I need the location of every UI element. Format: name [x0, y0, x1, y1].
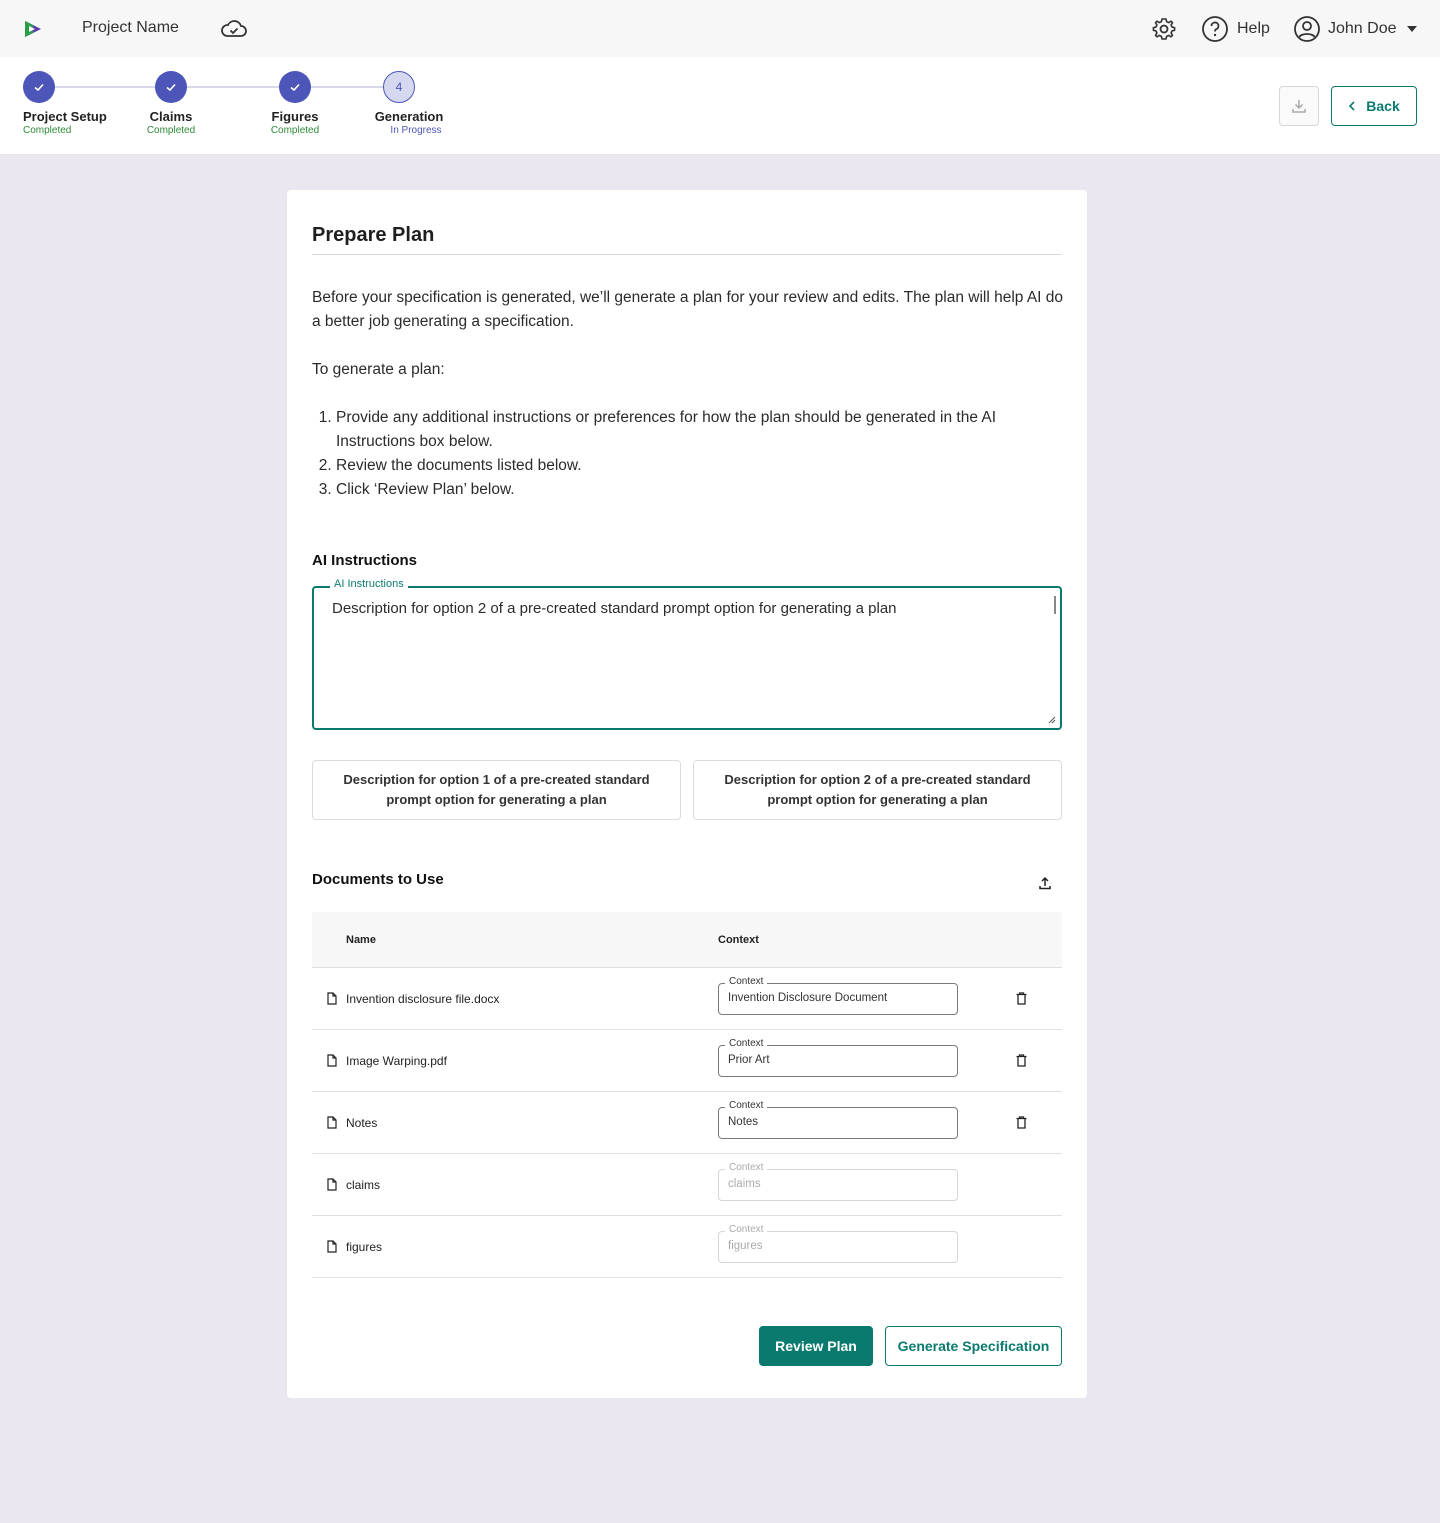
documents-title: Documents to Use — [312, 871, 444, 888]
cloud-check-icon — [221, 20, 247, 37]
file-icon — [327, 1054, 337, 1067]
project-name[interactable]: Project Name — [82, 19, 179, 37]
ai-instructions-input[interactable]: Description for option 2 of a pre-create… — [332, 600, 1032, 685]
column-header-name: Name — [346, 934, 376, 946]
user-name: John Doe — [1328, 20, 1397, 37]
table-row: figures Context — [312, 1216, 1062, 1278]
file-name: Image Warping.pdf — [346, 1054, 447, 1068]
step-figures[interactable]: Figures Completed — [235, 71, 355, 136]
file-icon — [327, 1240, 337, 1253]
ai-instructions-label: AI Instructions — [330, 578, 408, 590]
prompt-option-1[interactable]: Description for option 1 of a pre-create… — [312, 760, 681, 820]
context-label: Context — [725, 1038, 768, 1049]
page-title: Prepare Plan — [312, 224, 435, 246]
divider — [312, 254, 1062, 255]
ai-instructions-title: AI Instructions — [312, 552, 418, 569]
table-row: claims Context — [312, 1154, 1062, 1216]
steps-list: Provide any additional instructions or p… — [312, 406, 1064, 502]
intro-text: Before your specification is generated, … — [312, 286, 1064, 502]
file-icon — [327, 992, 337, 1005]
stepper-bar: Project Setup Completed Claims Completed… — [0, 57, 1440, 155]
context-label: Context — [725, 1100, 768, 1111]
table-header: Name Context — [312, 912, 1062, 968]
trash-icon[interactable] — [1016, 1116, 1027, 1129]
file-name: figures — [346, 1240, 383, 1254]
trash-icon[interactable] — [1016, 992, 1027, 1005]
context-label: Context — [725, 1224, 768, 1235]
chevron-left-icon — [1349, 101, 1355, 111]
back-button[interactable]: Back — [1331, 86, 1417, 126]
table-row: Image Warping.pdf Context — [312, 1030, 1062, 1092]
back-label: Back — [1366, 98, 1400, 114]
step-status: In Progress — [390, 125, 442, 136]
step-generation[interactable]: 4 Generation In Progress — [349, 71, 469, 136]
intro-paragraph: Before your specification is generated, … — [312, 289, 1064, 330]
help-circle-icon — [1202, 16, 1228, 42]
table-row: Notes Context — [312, 1092, 1062, 1154]
step-number: 4 — [383, 71, 415, 103]
context-field[interactable]: Context — [718, 1100, 958, 1139]
list-item: Review the documents listed below. — [336, 454, 1064, 478]
review-plan-button[interactable]: Review Plan — [759, 1326, 873, 1366]
resize-handle-icon[interactable] — [1048, 716, 1056, 724]
context-input[interactable] — [728, 992, 948, 1004]
gear-icon[interactable] — [1150, 15, 1178, 43]
ai-instructions-field[interactable]: AI Instructions Description for option 2… — [312, 578, 1062, 730]
step-status: Completed — [270, 125, 320, 136]
file-name: Notes — [346, 1116, 378, 1130]
app-logo-icon[interactable] — [22, 19, 44, 39]
scrollbar[interactable] — [1054, 596, 1056, 614]
download-button[interactable] — [1279, 86, 1319, 126]
context-field: Context — [718, 1224, 958, 1263]
step-status: Completed — [146, 125, 196, 136]
prepare-plan-card: Prepare Plan Before your specification i… — [287, 190, 1087, 1398]
step-label: Figures — [271, 109, 319, 124]
prompt-option-2[interactable]: Description for option 2 of a pre-create… — [693, 760, 1062, 820]
file-name: claims — [346, 1178, 381, 1192]
step-project-setup[interactable]: Project Setup Completed — [23, 71, 107, 136]
check-icon — [23, 71, 55, 103]
steps-heading: To generate a plan: — [312, 361, 445, 378]
step-label: Claims — [149, 109, 193, 124]
list-item: Click ‘Review Plan’ below. — [336, 478, 1064, 502]
context-input — [728, 1178, 948, 1190]
download-icon — [1292, 100, 1306, 113]
context-input[interactable] — [728, 1116, 948, 1128]
file-name: Invention disclosure file.docx — [346, 992, 500, 1006]
context-label: Context — [725, 976, 768, 987]
help-label: Help — [1237, 20, 1270, 37]
context-field[interactable]: Context — [718, 976, 958, 1015]
table-row: Invention disclosure file.docx Context — [312, 968, 1062, 1030]
documents-table: Name Context Invention disclosure file.d… — [312, 912, 1062, 1278]
file-icon — [327, 1178, 337, 1191]
column-header-context: Context — [718, 934, 759, 946]
file-icon — [327, 1116, 337, 1129]
user-menu-button[interactable]: John Doe — [1293, 15, 1417, 43]
list-item: Provide any additional instructions or p… — [336, 406, 1064, 454]
context-input[interactable] — [728, 1054, 948, 1066]
help-button[interactable]: Help — [1201, 15, 1270, 43]
context-field[interactable]: Context — [718, 1038, 958, 1077]
generate-specification-button[interactable]: Generate Specification — [885, 1326, 1062, 1366]
step-claims[interactable]: Claims Completed — [111, 71, 231, 136]
check-icon — [155, 71, 187, 103]
chevron-down-icon — [1406, 26, 1417, 32]
step-status: Completed — [23, 125, 72, 136]
context-label: Context — [725, 1162, 768, 1173]
top-bar: Project Name Help John Doe — [0, 0, 1440, 57]
check-icon — [279, 71, 311, 103]
upload-icon[interactable] — [1038, 876, 1052, 890]
context-input — [728, 1240, 948, 1252]
step-label: Generation — [374, 109, 444, 124]
user-circle-icon — [1294, 16, 1320, 42]
step-label: Project Setup — [23, 109, 107, 124]
trash-icon[interactable] — [1016, 1054, 1027, 1067]
context-field: Context — [718, 1162, 958, 1201]
